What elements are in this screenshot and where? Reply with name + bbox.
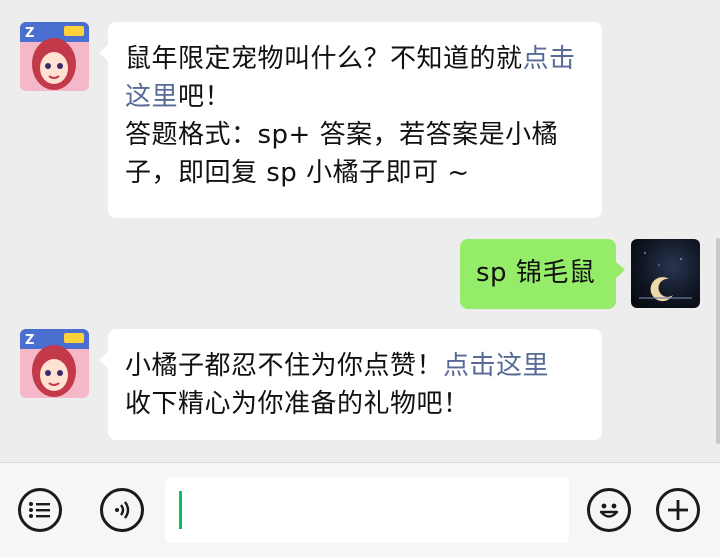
message-text: 收下精心为你准备的礼物吧！ bbox=[125, 389, 470, 419]
game-logo-icon: Z bbox=[20, 329, 89, 398]
message-bubble[interactable]: 鼠年限定宠物叫什么？不知道的就点击这里吧！ 答题格式：sp+ 答案，若答案是小橘… bbox=[99, 22, 602, 218]
svg-text:Z: Z bbox=[25, 333, 34, 348]
click-here-link[interactable]: 点击这里 bbox=[443, 351, 549, 381]
moon-avatar-icon bbox=[639, 252, 692, 302]
game-avatar[interactable]: Z bbox=[20, 329, 89, 398]
voice-icon bbox=[115, 501, 130, 519]
message-text: 吧！ bbox=[178, 82, 232, 112]
scrollbar[interactable] bbox=[716, 238, 720, 444]
text-cursor bbox=[179, 491, 182, 529]
list-menu-icon bbox=[29, 502, 50, 518]
message-text: 小橘子都忍不住为你点赞！ bbox=[125, 351, 444, 381]
plus-icon bbox=[668, 500, 688, 520]
game-avatar[interactable]: Z bbox=[20, 22, 89, 91]
menu-button[interactable] bbox=[18, 488, 62, 532]
message-text: 答题格式：sp+ 答案，若答案是小橘子，即回复 sp 小橘子即可 ~ bbox=[125, 120, 559, 188]
svg-text:Z: Z bbox=[25, 26, 34, 41]
chat-area: Z 鼠年限定宠物叫什么？不知道的就点击这里吧！ 答题格式：sp+ 答案，若答案是… bbox=[0, 0, 720, 462]
emoji-icon bbox=[599, 503, 619, 518]
voice-button[interactable] bbox=[100, 488, 144, 532]
message-input[interactable] bbox=[165, 477, 569, 543]
input-toolbar bbox=[0, 462, 720, 557]
emoji-button[interactable] bbox=[587, 488, 631, 532]
message-bubble-sent[interactable]: sp 锦毛鼠 bbox=[460, 239, 625, 309]
message-bubble[interactable]: 小橘子都忍不住为你点赞！点击这里 收下精心为你准备的礼物吧！ bbox=[99, 329, 602, 440]
user-avatar[interactable] bbox=[631, 239, 700, 308]
message-text: 鼠年限定宠物叫什么？不知道的就 bbox=[125, 44, 523, 74]
game-logo-icon: Z bbox=[20, 22, 89, 91]
add-button[interactable] bbox=[656, 488, 700, 532]
message-text: sp 锦毛鼠 bbox=[476, 258, 596, 288]
